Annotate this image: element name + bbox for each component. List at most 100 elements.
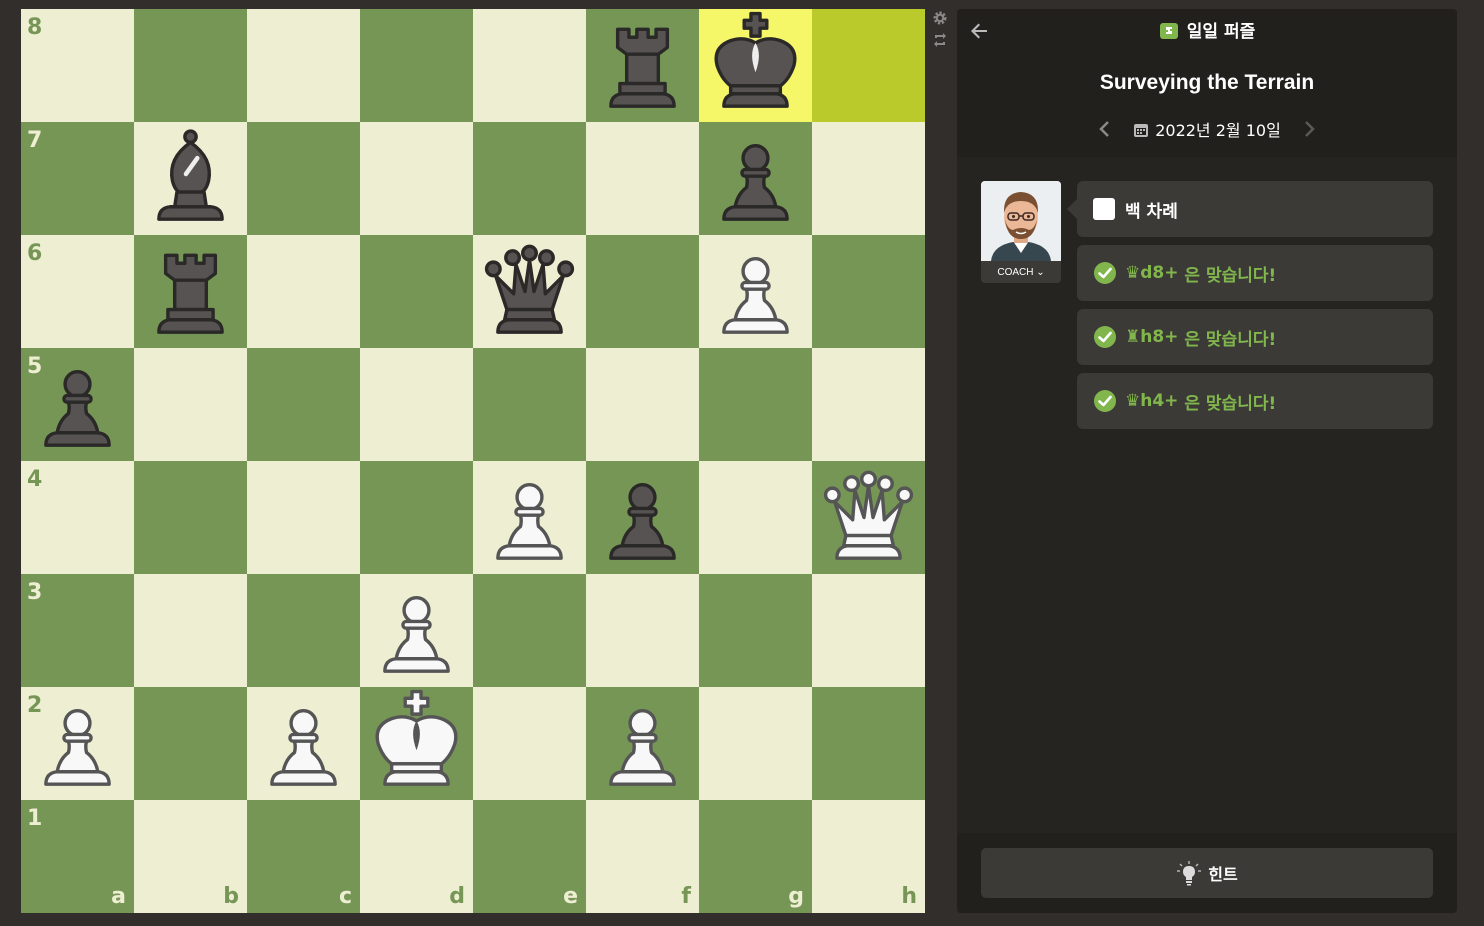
square-f7[interactable] — [586, 122, 699, 235]
chess-board[interactable]: 8 7654321a bcdefgh — [21, 9, 925, 913]
black-queen-icon[interactable] — [473, 235, 586, 348]
square-a3[interactable]: 3 — [21, 574, 134, 687]
square-g1[interactable]: g — [699, 800, 812, 913]
square-d2[interactable] — [360, 687, 473, 800]
square-g3[interactable] — [699, 574, 812, 687]
square-h6[interactable] — [812, 235, 925, 348]
square-f6[interactable] — [586, 235, 699, 348]
square-d4[interactable] — [360, 461, 473, 574]
white-king-icon[interactable] — [360, 687, 473, 800]
puzzle-panel: 일일 퍼즐 Surveying the Terrain 2022년 2월 10일 — [957, 9, 1457, 913]
square-c5[interactable] — [247, 348, 360, 461]
white-pawn-icon[interactable] — [21, 687, 134, 800]
square-g2[interactable] — [699, 687, 812, 800]
black-bishop-icon[interactable] — [134, 122, 247, 235]
square-b3[interactable] — [134, 574, 247, 687]
hint-button[interactable]: 힌트 — [981, 848, 1433, 898]
square-h1[interactable]: h — [812, 800, 925, 913]
square-f5[interactable] — [586, 348, 699, 461]
coach-label[interactable]: COACH ⌄ — [981, 263, 1061, 283]
square-h8[interactable] — [812, 9, 925, 122]
square-d6[interactable] — [360, 235, 473, 348]
square-b7[interactable] — [134, 122, 247, 235]
white-pawn-icon[interactable] — [586, 687, 699, 800]
square-e8[interactable] — [473, 9, 586, 122]
square-e3[interactable] — [473, 574, 586, 687]
square-b6[interactable] — [134, 235, 247, 348]
square-b4[interactable] — [134, 461, 247, 574]
rank-label: 1 — [27, 806, 43, 831]
square-c7[interactable] — [247, 122, 360, 235]
square-f4[interactable] — [586, 461, 699, 574]
lightbulb-icon — [1177, 861, 1202, 886]
square-h4[interactable] — [812, 461, 925, 574]
square-e7[interactable] — [473, 122, 586, 235]
square-c1[interactable]: c — [247, 800, 360, 913]
square-c2[interactable] — [247, 687, 360, 800]
square-a1[interactable]: 1a — [21, 800, 134, 913]
black-pawn-icon[interactable] — [21, 348, 134, 461]
square-c4[interactable] — [247, 461, 360, 574]
square-g6[interactable] — [699, 235, 812, 348]
square-h5[interactable] — [812, 348, 925, 461]
correct-text: 은 맞습니다! — [1184, 265, 1277, 286]
square-d8[interactable] — [360, 9, 473, 122]
file-label: b — [223, 884, 239, 909]
square-c3[interactable] — [247, 574, 360, 687]
square-d1[interactable]: d — [360, 800, 473, 913]
square-b1[interactable]: b — [134, 800, 247, 913]
coach-portrait-icon — [981, 181, 1061, 261]
square-a2[interactable]: 2 — [21, 687, 134, 800]
black-rook-icon[interactable] — [134, 235, 247, 348]
gear-icon[interactable] — [928, 10, 952, 32]
square-a5[interactable]: 5 — [21, 348, 134, 461]
piece-glyph-icon: ♛ — [1125, 391, 1141, 411]
square-c8[interactable] — [247, 9, 360, 122]
white-queen-icon[interactable] — [812, 461, 925, 574]
square-f2[interactable] — [586, 687, 699, 800]
square-a8[interactable]: 8 — [21, 9, 134, 122]
move-feedback-message: ♜h8+ 은 맞습니다! — [1077, 309, 1433, 365]
square-a7[interactable]: 7 — [21, 122, 134, 235]
square-a4[interactable]: 4 — [21, 461, 134, 574]
square-h2[interactable] — [812, 687, 925, 800]
black-pawn-icon[interactable] — [699, 122, 812, 235]
square-e4[interactable] — [473, 461, 586, 574]
white-pawn-icon[interactable] — [247, 687, 360, 800]
square-e6[interactable] — [473, 235, 586, 348]
square-b5[interactable] — [134, 348, 247, 461]
piece-glyph-icon: ♜ — [1125, 327, 1141, 347]
check-circle-icon — [1094, 326, 1116, 348]
square-g4[interactable] — [699, 461, 812, 574]
square-g7[interactable] — [699, 122, 812, 235]
square-d3[interactable] — [360, 574, 473, 687]
square-d5[interactable] — [360, 348, 473, 461]
rank-label: 8 — [27, 15, 43, 40]
square-b2[interactable] — [134, 687, 247, 800]
black-king-icon[interactable] — [699, 9, 812, 122]
white-pawn-icon[interactable] — [360, 574, 473, 687]
square-h3[interactable] — [812, 574, 925, 687]
white-pawn-icon[interactable] — [699, 235, 812, 348]
square-f1[interactable]: f — [586, 800, 699, 913]
square-g8[interactable] — [699, 9, 812, 122]
square-e1[interactable]: e — [473, 800, 586, 913]
square-b8[interactable] — [134, 9, 247, 122]
square-c6[interactable] — [247, 235, 360, 348]
previous-day-chevron-icon[interactable] — [1095, 117, 1115, 141]
square-e2[interactable] — [473, 687, 586, 800]
flip-board-icon[interactable] — [928, 32, 952, 54]
coach-avatar[interactable]: COACH ⌄ — [981, 181, 1061, 283]
square-f3[interactable] — [586, 574, 699, 687]
square-h7[interactable] — [812, 122, 925, 235]
black-pawn-icon[interactable] — [586, 461, 699, 574]
black-rook-icon[interactable] — [586, 9, 699, 122]
move-notation: ♛d8+ — [1125, 263, 1179, 283]
square-f8[interactable] — [586, 9, 699, 122]
next-day-chevron-icon[interactable] — [1299, 117, 1319, 141]
white-pawn-icon[interactable] — [473, 461, 586, 574]
square-g5[interactable] — [699, 348, 812, 461]
square-a6[interactable]: 6 — [21, 235, 134, 348]
square-d7[interactable] — [360, 122, 473, 235]
square-e5[interactable] — [473, 348, 586, 461]
